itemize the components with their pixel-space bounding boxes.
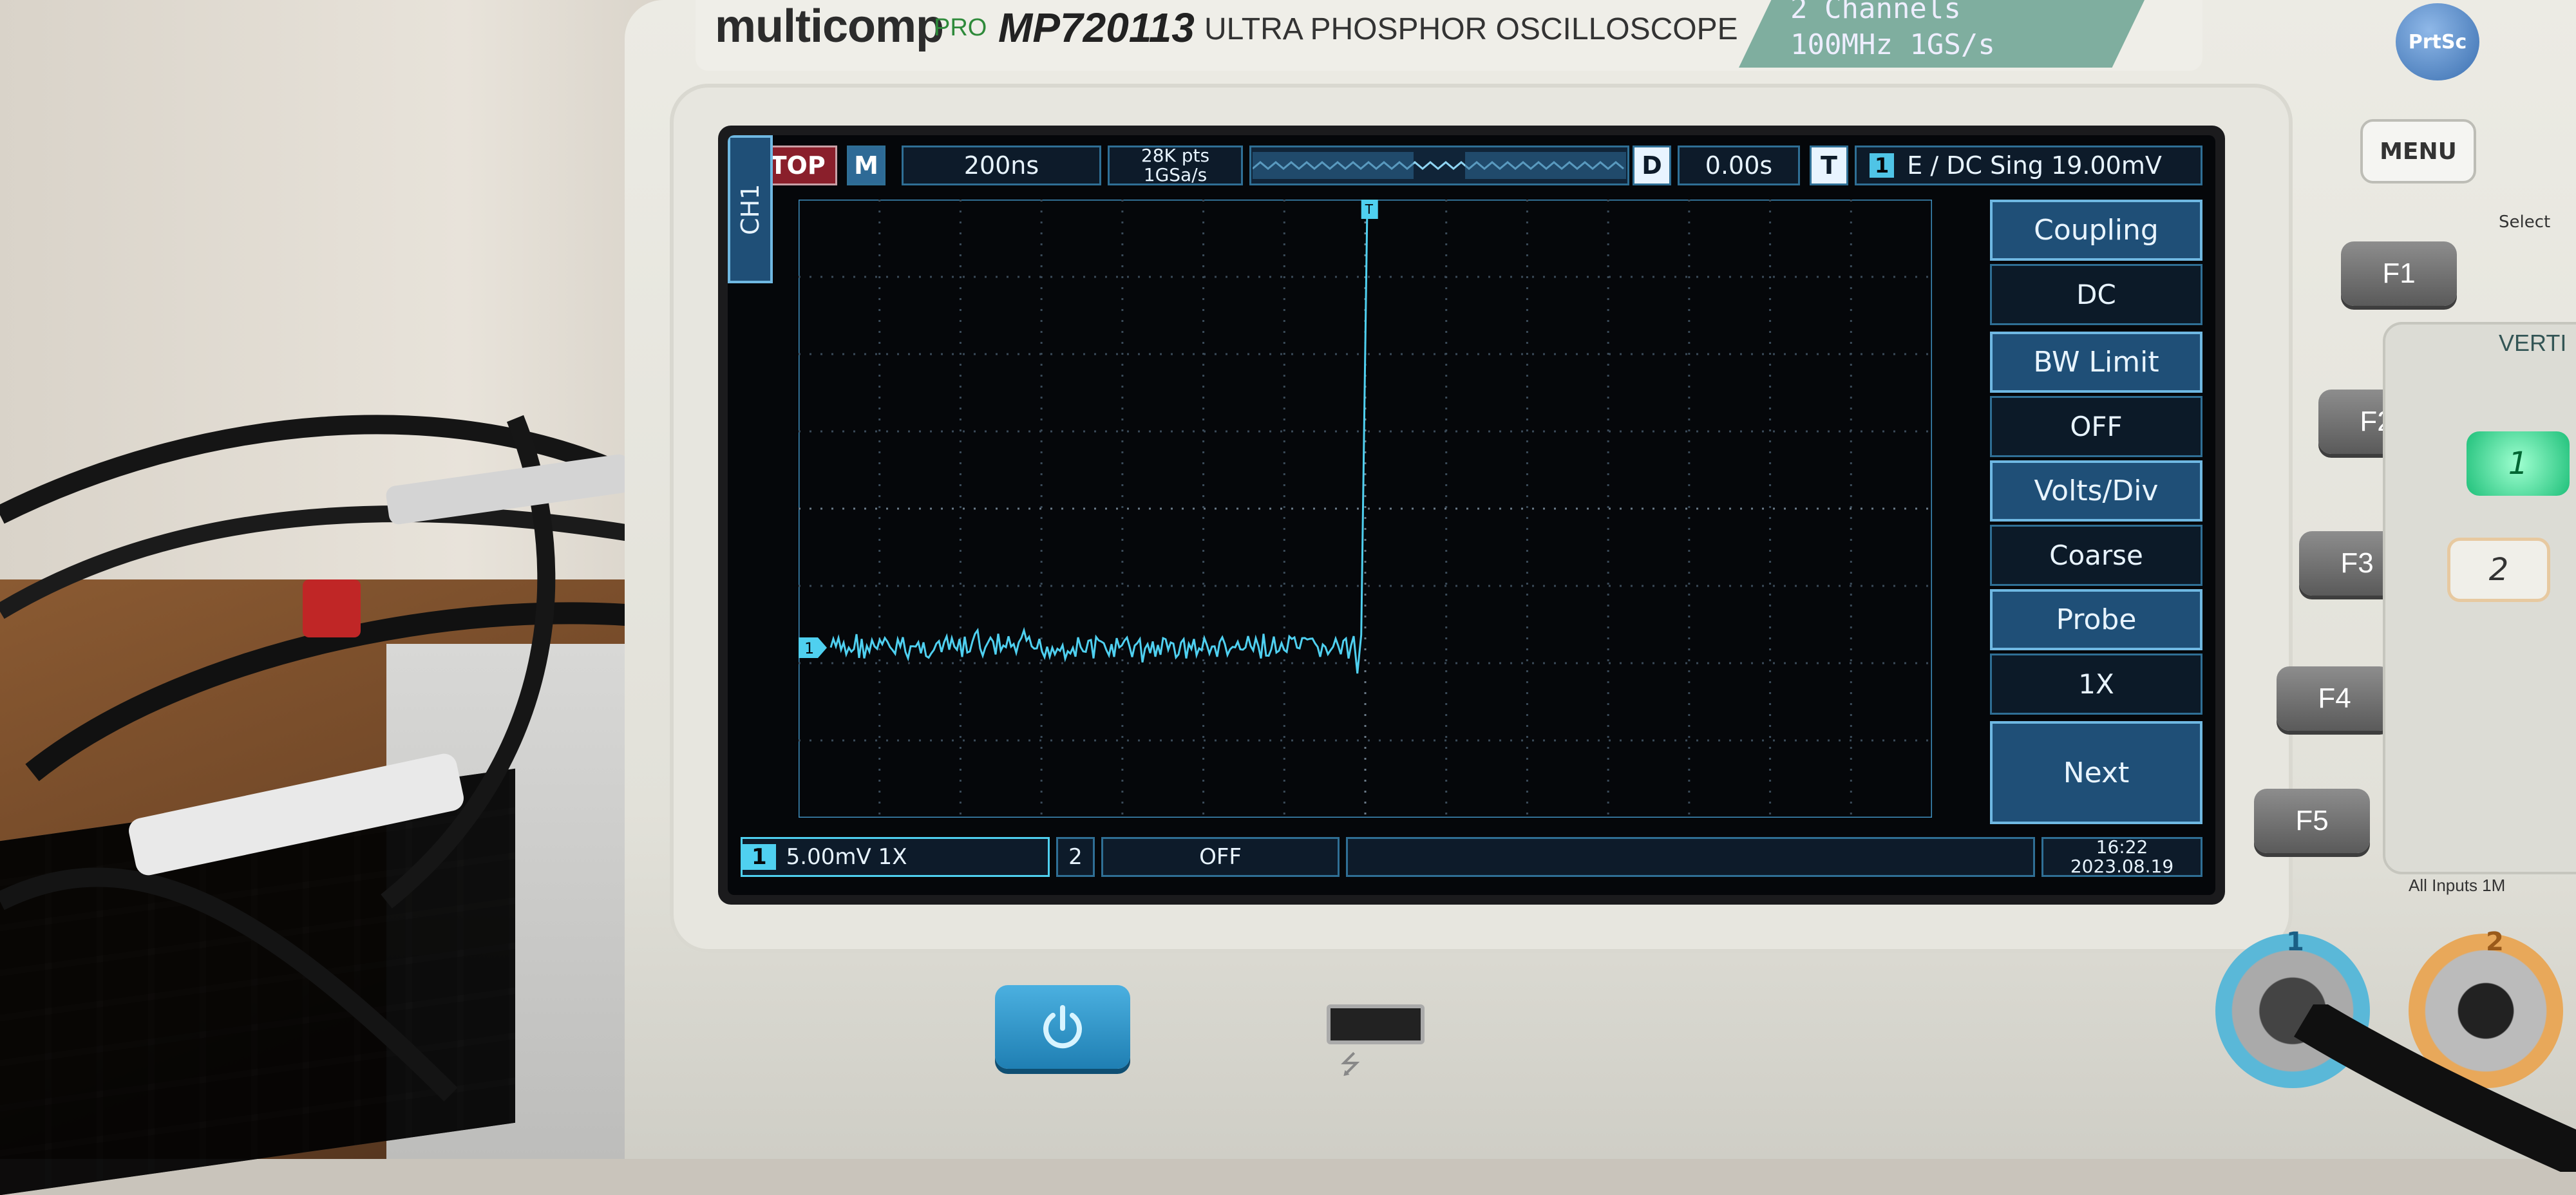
menu-button[interactable]: MENU — [2360, 119, 2476, 183]
power-button[interactable] — [995, 985, 1130, 1069]
vertical-section-label: VERTI — [2499, 330, 2567, 356]
svg-text:1: 1 — [804, 639, 814, 657]
sample-rate: 1GSa/s — [1143, 164, 1208, 185]
bw-limit-menu-button[interactable]: BW Limit — [1990, 332, 2202, 393]
svg-text:T: T — [1365, 202, 1374, 217]
all-inputs-label: All Inputs 1M — [2409, 876, 2506, 895]
brand-logo: multicomp — [715, 1, 944, 52]
ch2-button[interactable]: 2 — [2447, 538, 2550, 602]
menu-channel-tab: CH1 — [728, 135, 773, 283]
memory-readout: 28K pts 1GSa/s — [1108, 146, 1243, 185]
bw-limit-value[interactable]: OFF — [1990, 396, 2202, 457]
probe-cable — [2293, 1004, 2576, 1172]
f5-button[interactable]: F5 — [2254, 789, 2370, 853]
channels-count: 2 Channels — [1790, 0, 1961, 25]
bandwidth-spec: 100MHz 1GS/s — [1790, 28, 1995, 61]
mode-indicator: M — [847, 146, 886, 185]
coupling-value[interactable]: DC — [1990, 264, 2202, 325]
f1-button[interactable]: F1 — [2341, 241, 2457, 306]
clock-readout: 16:22 2023.08.19 — [2041, 837, 2202, 877]
status-message-area — [1346, 837, 2035, 877]
ch2-input-label: 2 — [2486, 927, 2504, 957]
trigger-channel-badge: 1 — [1870, 153, 1895, 178]
scope-display: STOP M 200ns 28K pts 1GSa/s D 0.00s T 1 … — [728, 135, 2215, 895]
f4-button[interactable]: F4 — [2277, 666, 2392, 731]
ch1-scale: 5.00mV 1X — [786, 844, 907, 870]
ch1-button[interactable]: 1 — [2467, 431, 2570, 496]
product-description: ULTRA PHOSPHOR OSCILLOSCOPE — [1204, 12, 1738, 46]
brand-pro-label: PRO — [934, 14, 987, 41]
waveform-graticule: 1 T — [799, 200, 1932, 818]
trigger-label: T — [1810, 146, 1848, 185]
select-knob-label: Select — [2499, 212, 2551, 232]
usb-host-port[interactable] — [1327, 1004, 1425, 1044]
ch1-number-badge: 1 — [743, 844, 776, 870]
horizontal-delay-label: D — [1633, 146, 1671, 185]
ch2-number-badge[interactable]: 2 — [1056, 837, 1095, 877]
trigger-info: E ∕ DC Sing 19.00mV — [1907, 151, 2162, 180]
clock-time: 16:22 — [2096, 836, 2148, 858]
horizontal-position-readout: 0.00s — [1678, 146, 1800, 185]
power-icon — [1043, 1005, 1082, 1049]
coupling-menu-button[interactable]: Coupling — [1990, 200, 2202, 261]
ch1-status[interactable]: 1 5.00mV 1X — [741, 837, 1050, 877]
clock-date: 2023.08.19 — [2070, 856, 2174, 877]
model-number: MP720113 — [998, 5, 1195, 51]
volts-div-menu-button[interactable]: Volts/Div — [1990, 460, 2202, 522]
usb-icon: ⭍ — [1340, 1050, 1361, 1080]
ch1-waveform-trace — [829, 200, 1368, 674]
overview-zigzag — [1253, 152, 1626, 179]
timebase-readout: 200ns — [902, 146, 1101, 185]
next-menu-button[interactable]: Next — [1990, 721, 2202, 824]
volts-div-value[interactable]: Coarse — [1990, 525, 2202, 586]
ch1-input-label: 1 — [2286, 927, 2304, 957]
probe-menu-button[interactable]: Probe — [1990, 589, 2202, 650]
waveform-overview — [1249, 146, 1629, 185]
memory-depth: 28K pts — [1141, 145, 1210, 166]
trigger-position-marker: T — [1361, 200, 1378, 219]
ch1-level-marker: 1 — [799, 637, 827, 658]
trigger-readout: 1 E ∕ DC Sing 19.00mV — [1855, 146, 2202, 185]
ch2-status: OFF — [1101, 837, 1340, 877]
probe-value[interactable]: 1X — [1990, 654, 2202, 715]
print-screen-button[interactable]: PrtSc — [2396, 3, 2479, 80]
